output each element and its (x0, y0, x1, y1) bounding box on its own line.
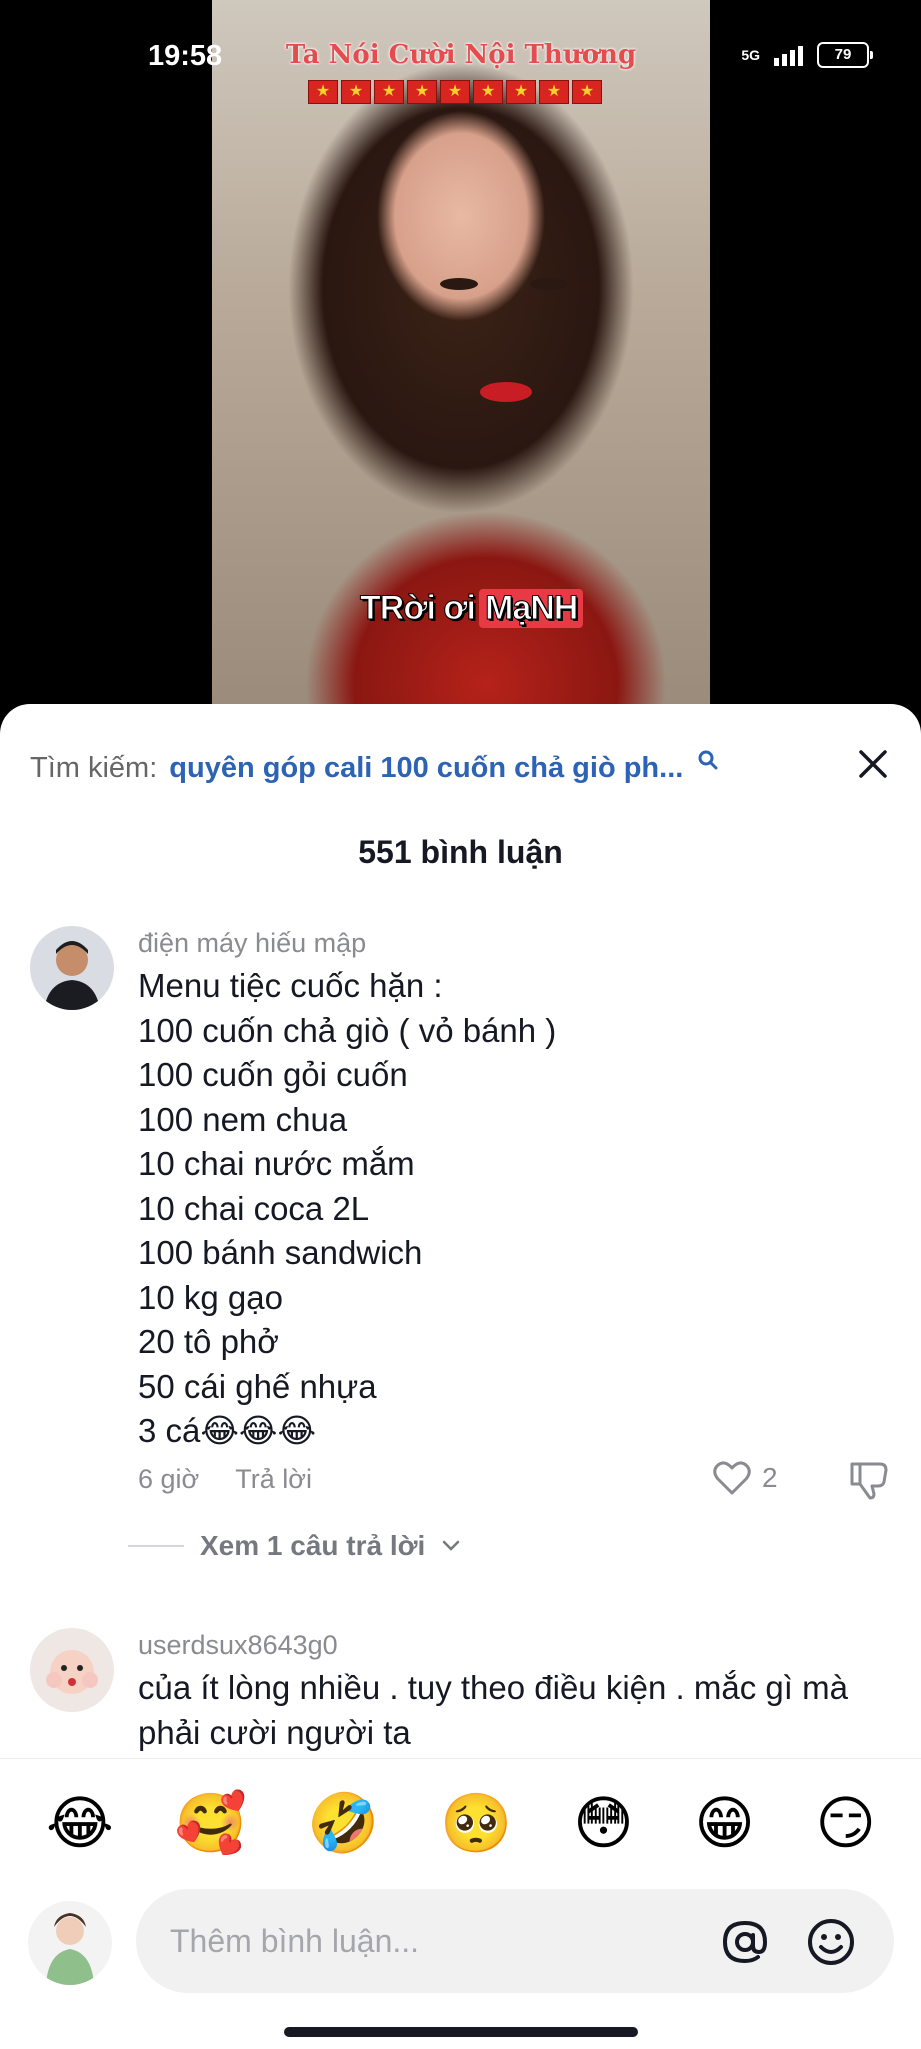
signal-icon (774, 44, 803, 66)
view-replies-button[interactable]: Xem 1 câu trả lời (128, 1530, 461, 1562)
comment-count-title: 551 bình luận (358, 834, 563, 870)
comment-time: 6 giờ (138, 1464, 200, 1494)
video-subtitle: TRời ơi MạNH (359, 584, 584, 632)
flag-icon: ★ (374, 80, 404, 104)
video-mouth (480, 382, 532, 402)
search-suggestion[interactable]: Tìm kiếm: quyên góp cali 100 cuốn chả gi… (30, 746, 892, 790)
video-area[interactable]: 19:58 Ta Nói Cười Nội Thương ★ ★ ★ ★ ★ ★… (0, 0, 921, 720)
heart-icon (713, 1461, 751, 1495)
dislike-icon[interactable] (848, 1460, 890, 1500)
avatar[interactable] (30, 926, 114, 1010)
comment-input[interactable] (136, 1889, 894, 1993)
status-indicators: 5G 79 (741, 42, 873, 68)
video-overlay-title: Ta Nói Cười Nội Thương (285, 40, 637, 70)
flag-icon: ★ (539, 80, 569, 104)
comment-text: Menu tiệc cuốc hặn : 100 cuốn chả giò ( … (138, 967, 557, 1449)
flag-row: ★ ★ ★ ★ ★ ★ ★ ★ ★ (308, 80, 602, 104)
comment-item: điện máy hiếu mập Menu tiệc cuốc hặn : 1… (30, 926, 892, 1486)
subtitle-highlight: MạNH (479, 588, 584, 628)
emoji-button[interactable]: 😏 (816, 1789, 876, 1859)
like-button[interactable]: 2 (712, 1460, 778, 1496)
comment-item: userdsux8643g0 của ít lòng nhiều . tuy t… (30, 1628, 892, 1758)
search-prefix: Tìm kiếm: (30, 751, 158, 784)
comment-username[interactable]: điện máy hiếu mập (138, 926, 898, 960)
flag-icon: ★ (341, 80, 371, 104)
network-type: 5G (741, 47, 760, 63)
emoji-button[interactable]: 😳 (573, 1789, 633, 1859)
emoji-button[interactable]: 🥺 (440, 1789, 512, 1859)
comment-meta: 6 giờ Trả lời (138, 1464, 312, 1495)
emoji-button[interactable]: 😁 (694, 1789, 754, 1859)
my-avatar (28, 1901, 112, 1985)
like-count: 2 (762, 1462, 778, 1493)
close-icon[interactable] (853, 744, 893, 784)
divider-line (128, 1545, 184, 1547)
status-time: 19:58 (148, 40, 223, 72)
comment-text: của ít lòng nhiều . tuy theo điều kiện .… (138, 1669, 848, 1751)
reply-button[interactable]: Trả lời (235, 1464, 312, 1495)
chevron-down-icon (443, 1540, 460, 1551)
emoji-picker-icon[interactable] (804, 1915, 858, 1969)
flag-icon: ★ (407, 80, 437, 104)
avatar[interactable] (30, 1628, 114, 1712)
comment-username[interactable]: userdsux8643g0 (138, 1628, 898, 1662)
subtitle-text: TRời ơi (359, 588, 476, 627)
flag-icon: ★ (440, 80, 470, 104)
quick-emoji-row: 😂 🥰 🤣 🥺 😳 😁 😏 (46, 1789, 876, 1859)
comment-input-row (28, 1889, 894, 1993)
flag-icon: ★ (308, 80, 338, 104)
video-eye-right (530, 278, 568, 290)
emoji-button[interactable]: 🤣 (307, 1789, 379, 1859)
battery-icon: 79 (817, 42, 873, 68)
mention-icon[interactable] (718, 1915, 772, 1969)
search-query-link[interactable]: quyên góp cali 100 cuốn chả giò ph... (169, 752, 683, 785)
comment-body: điện máy hiếu mập Menu tiệc cuốc hặn : 1… (138, 926, 898, 1454)
emoji-button[interactable]: 🥰 (174, 1789, 246, 1859)
emoji-button[interactable]: 😂 (46, 1789, 114, 1859)
flag-icon: ★ (473, 80, 503, 104)
comment-composer-bar: 😂 🥰 🤣 🥺 😳 😁 😏 (0, 1758, 921, 2049)
search-icon[interactable] (697, 749, 719, 771)
home-indicator[interactable] (284, 2027, 638, 2037)
video-eye-left (440, 278, 478, 290)
flag-icon: ★ (572, 80, 602, 104)
view-replies-label: Xem 1 câu trả lời (200, 1530, 426, 1561)
comment-body: userdsux8643g0 của ít lòng nhiều . tuy t… (138, 1628, 898, 1755)
battery-level: 79 (834, 46, 852, 63)
flag-icon: ★ (506, 80, 536, 104)
